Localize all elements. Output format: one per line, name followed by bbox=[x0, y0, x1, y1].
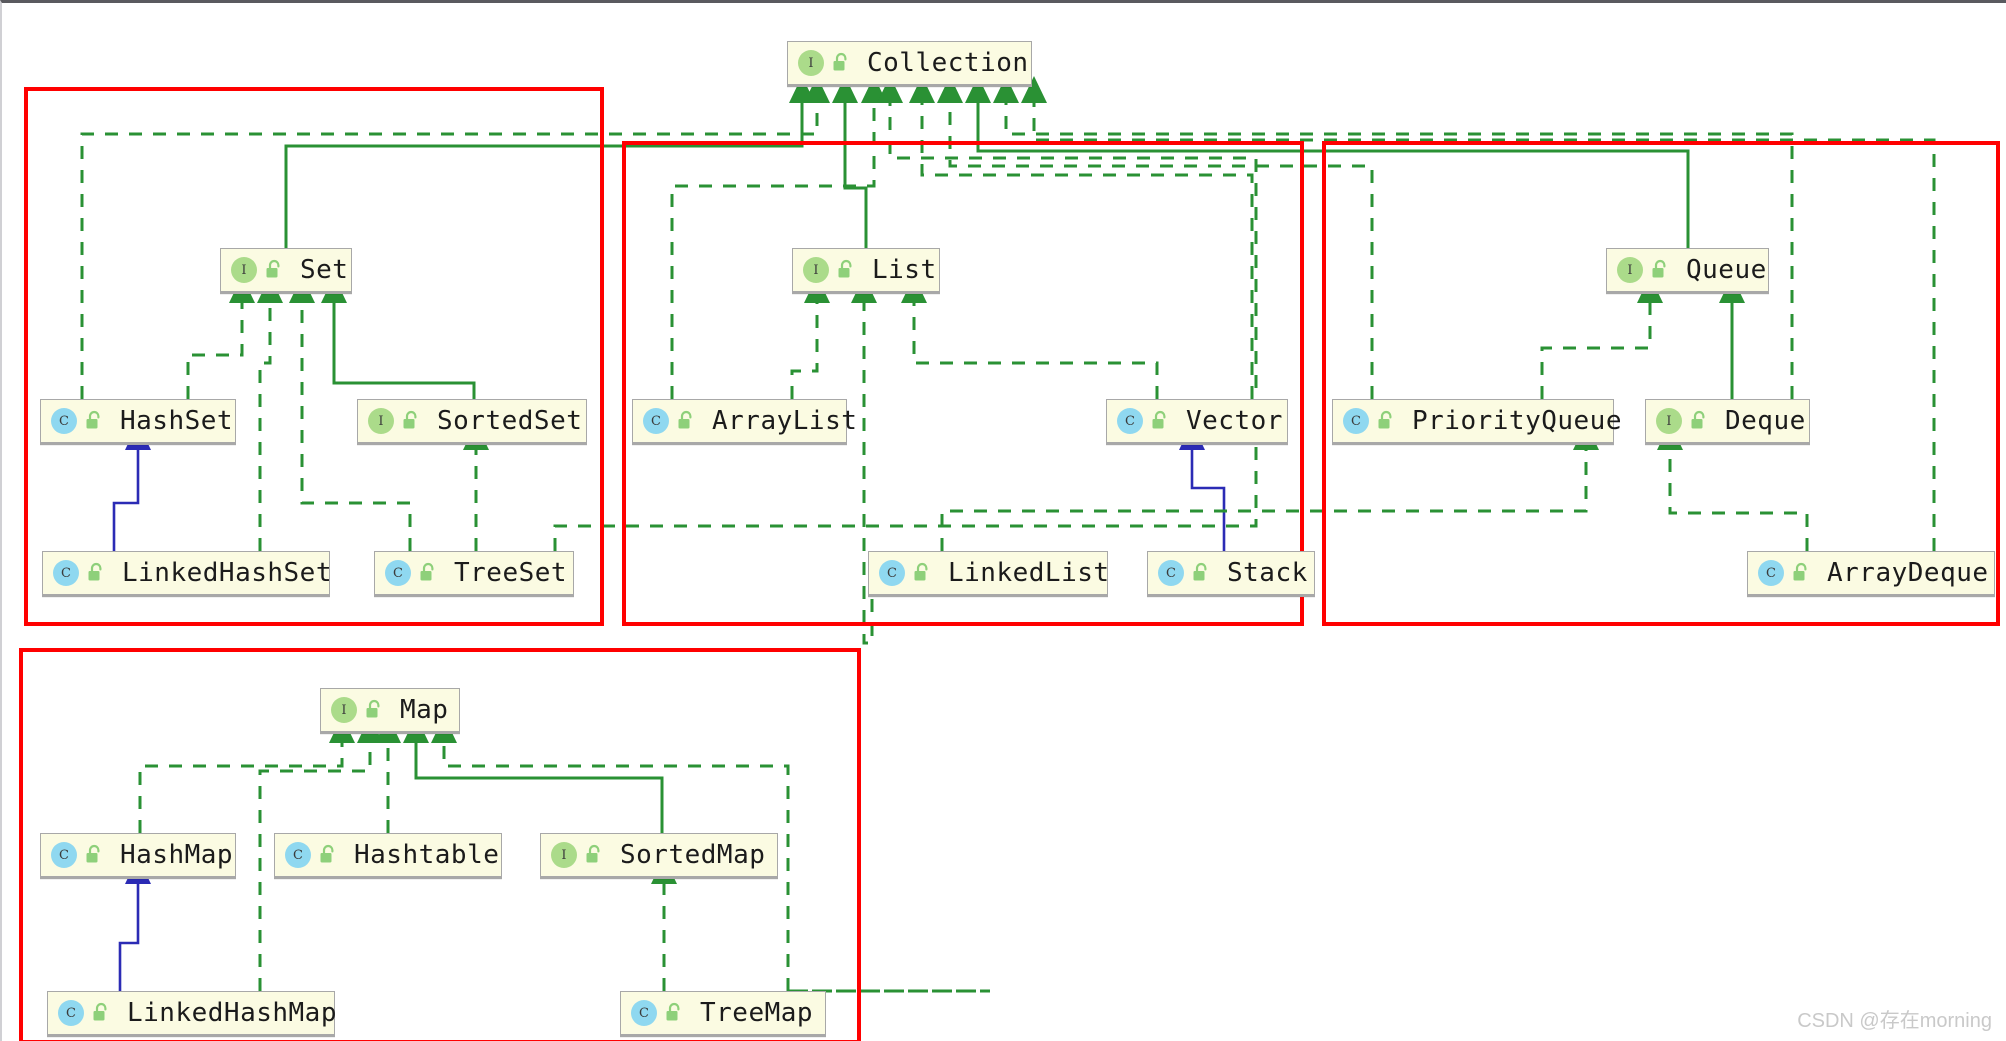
unlocked-padlock-icon bbox=[836, 259, 856, 281]
diagram-canvas: I Collection I Set I List I Queue C HashSet I Sorte… bbox=[0, 0, 2006, 1041]
unlocked-padlock-icon bbox=[84, 410, 104, 432]
node-label: List bbox=[872, 255, 937, 285]
set-group-box bbox=[24, 87, 604, 626]
node-label: PriorityQueue bbox=[1412, 406, 1622, 436]
interface-badge-icon: I bbox=[1617, 257, 1643, 283]
class-badge-icon: C bbox=[1343, 408, 1369, 434]
node-queue[interactable]: I Queue bbox=[1606, 248, 1769, 294]
unlocked-padlock-icon bbox=[831, 52, 851, 74]
node-sortedmap[interactable]: I SortedMap bbox=[540, 833, 778, 879]
class-badge-icon: C bbox=[51, 842, 77, 868]
interface-badge-icon: I bbox=[331, 697, 357, 723]
class-badge-icon: C bbox=[385, 560, 411, 586]
class-badge-icon: C bbox=[1158, 560, 1184, 586]
unlocked-padlock-icon bbox=[364, 699, 384, 721]
node-label: LinkedHashSet bbox=[122, 558, 332, 588]
node-label: Collection bbox=[867, 48, 1029, 78]
node-label: LinkedList bbox=[948, 558, 1110, 588]
node-label: LinkedHashMap bbox=[127, 998, 337, 1028]
unlocked-padlock-icon bbox=[318, 844, 338, 866]
class-badge-icon: C bbox=[53, 560, 79, 586]
class-badge-icon: C bbox=[631, 1000, 657, 1026]
unlocked-padlock-icon bbox=[401, 410, 421, 432]
unlocked-padlock-icon bbox=[676, 410, 696, 432]
class-badge-icon: C bbox=[58, 1000, 84, 1026]
unlocked-padlock-icon bbox=[84, 844, 104, 866]
node-map[interactable]: I Map bbox=[320, 688, 460, 734]
node-label: HashMap bbox=[120, 840, 234, 870]
node-label: Queue bbox=[1686, 255, 1767, 285]
unlocked-padlock-icon bbox=[1150, 410, 1170, 432]
interface-badge-icon: I bbox=[231, 257, 257, 283]
node-label: ArrayList bbox=[712, 406, 858, 436]
node-linkedlist[interactable]: C LinkedList bbox=[868, 551, 1110, 597]
node-vector[interactable]: C Vector bbox=[1106, 399, 1288, 445]
node-priorityqueue[interactable]: C PriorityQueue bbox=[1332, 399, 1622, 445]
interface-badge-icon: I bbox=[551, 842, 577, 868]
interface-badge-icon: I bbox=[798, 50, 824, 76]
unlocked-padlock-icon bbox=[91, 1002, 111, 1024]
class-badge-icon: C bbox=[1117, 408, 1143, 434]
unlocked-padlock-icon bbox=[664, 1002, 684, 1024]
node-list[interactable]: I List bbox=[792, 248, 940, 294]
node-label: Vector bbox=[1186, 406, 1283, 436]
node-sortedset[interactable]: I SortedSet bbox=[357, 399, 587, 445]
unlocked-padlock-icon bbox=[1791, 562, 1811, 584]
node-label: Stack bbox=[1227, 558, 1308, 588]
node-label: Deque bbox=[1725, 406, 1806, 436]
node-label: TreeMap bbox=[700, 998, 814, 1028]
node-label: ArrayDeque bbox=[1827, 558, 1989, 588]
class-badge-icon: C bbox=[285, 842, 311, 868]
unlocked-padlock-icon bbox=[1689, 410, 1709, 432]
node-linkedhashset[interactable]: C LinkedHashSet bbox=[42, 551, 332, 597]
unlocked-padlock-icon bbox=[1191, 562, 1211, 584]
node-label: HashSet bbox=[120, 406, 234, 436]
node-label: Hashtable bbox=[354, 840, 500, 870]
node-treeset[interactable]: C TreeSet bbox=[374, 551, 574, 597]
node-label: Map bbox=[400, 695, 449, 725]
interface-badge-icon: I bbox=[803, 257, 829, 283]
watermark-text: CSDN @存在morning bbox=[1797, 1010, 1992, 1032]
node-label: SortedMap bbox=[620, 840, 766, 870]
class-badge-icon: C bbox=[643, 408, 669, 434]
unlocked-padlock-icon bbox=[418, 562, 438, 584]
node-collection[interactable]: I Collection bbox=[787, 41, 1032, 87]
unlocked-padlock-icon bbox=[264, 259, 284, 281]
node-set[interactable]: I Set bbox=[220, 248, 352, 294]
node-arraydeque[interactable]: C ArrayDeque bbox=[1747, 551, 1995, 597]
node-label: Set bbox=[300, 255, 349, 285]
node-linkedhashmap[interactable]: C LinkedHashMap bbox=[47, 991, 337, 1037]
class-badge-icon: C bbox=[51, 408, 77, 434]
node-hashtable[interactable]: C Hashtable bbox=[274, 833, 502, 879]
interface-badge-icon: I bbox=[1656, 408, 1682, 434]
node-hashmap[interactable]: C HashMap bbox=[40, 833, 236, 879]
node-stack[interactable]: C Stack bbox=[1147, 551, 1315, 597]
unlocked-padlock-icon bbox=[912, 562, 932, 584]
node-treemap[interactable]: C TreeMap bbox=[620, 991, 826, 1037]
class-badge-icon: C bbox=[1758, 560, 1784, 586]
node-hashset[interactable]: C HashSet bbox=[40, 399, 236, 445]
node-label: TreeSet bbox=[454, 558, 568, 588]
interface-badge-icon: I bbox=[368, 408, 394, 434]
node-label: SortedSet bbox=[437, 406, 583, 436]
unlocked-padlock-icon bbox=[584, 844, 604, 866]
class-badge-icon: C bbox=[879, 560, 905, 586]
unlocked-padlock-icon bbox=[86, 562, 106, 584]
unlocked-padlock-icon bbox=[1650, 259, 1670, 281]
unlocked-padlock-icon bbox=[1376, 410, 1396, 432]
node-arraylist[interactable]: C ArrayList bbox=[632, 399, 857, 445]
node-deque[interactable]: I Deque bbox=[1645, 399, 1810, 445]
